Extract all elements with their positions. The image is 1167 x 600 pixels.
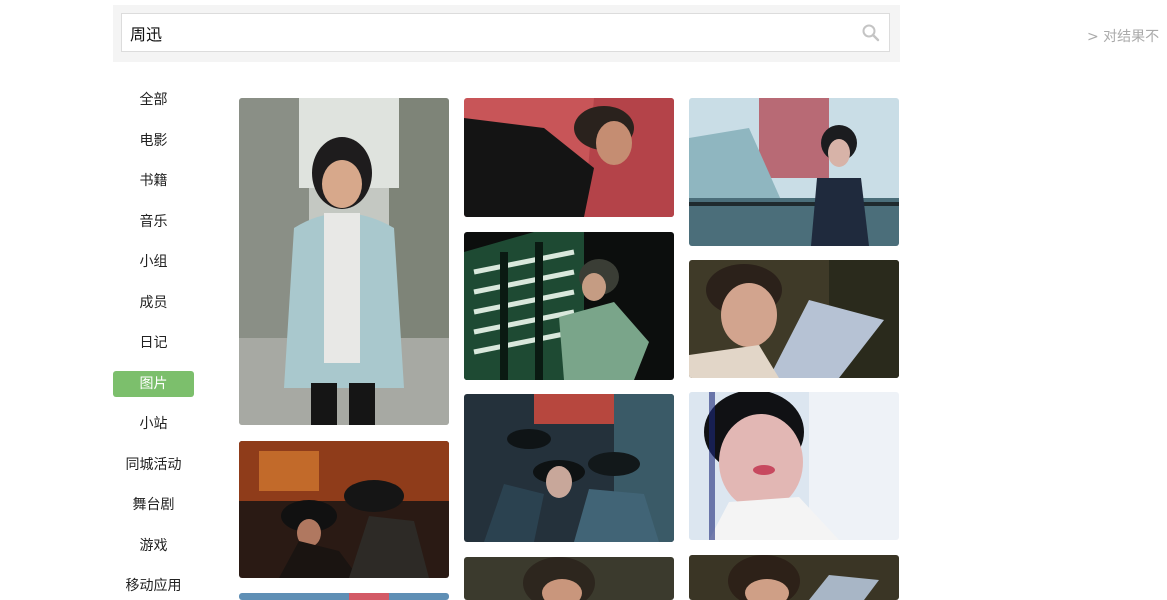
sidebar-item-diary[interactable]: 日记 (113, 330, 194, 356)
sidebar-item-members[interactable]: 成员 (113, 290, 194, 316)
photo-thumbnail[interactable] (689, 260, 899, 378)
sidebar-item-apps[interactable]: 移动应用 (113, 573, 194, 599)
search-bar (113, 5, 900, 62)
photo-thumbnail[interactable] (239, 593, 449, 600)
sidebar-item-sites[interactable]: 小站 (113, 411, 194, 437)
photo-thumbnail[interactable] (464, 394, 674, 542)
sidebar-item-games[interactable]: 游戏 (113, 533, 194, 559)
feedback-link[interactable]: > 对结果不 (1087, 26, 1159, 46)
photo-thumbnail[interactable] (464, 98, 674, 217)
photo-thumbnail[interactable] (464, 557, 674, 600)
photo-thumbnail[interactable] (239, 98, 449, 425)
photo-thumbnail[interactable] (239, 441, 449, 578)
category-sidebar: 全部 电影 书籍 音乐 小组 成员 日记 图片 小站 同城活动 舞台剧 游戏 移… (113, 87, 194, 599)
sidebar-item-movie[interactable]: 电影 (113, 128, 194, 154)
sidebar-item-groups[interactable]: 小组 (113, 249, 194, 275)
search-icon[interactable] (861, 23, 881, 43)
photo-thumbnail[interactable] (689, 555, 899, 600)
search-input[interactable] (121, 13, 890, 52)
sidebar-item-music[interactable]: 音乐 (113, 209, 194, 235)
sidebar-item-events[interactable]: 同城活动 (113, 452, 194, 478)
sidebar-item-all[interactable]: 全部 (113, 87, 194, 113)
photo-thumbnail[interactable] (689, 98, 899, 246)
photo-thumbnail[interactable] (464, 232, 674, 380)
sidebar-item-books[interactable]: 书籍 (113, 168, 194, 194)
search-results-page: > 对结果不 全部 电影 书籍 音乐 小组 成员 日记 图片 小站 同城活动 舞… (0, 0, 1167, 600)
photo-thumbnail[interactable] (689, 392, 899, 540)
sidebar-item-drama[interactable]: 舞台剧 (113, 492, 194, 518)
sidebar-item-photos[interactable]: 图片 (113, 370, 194, 397)
